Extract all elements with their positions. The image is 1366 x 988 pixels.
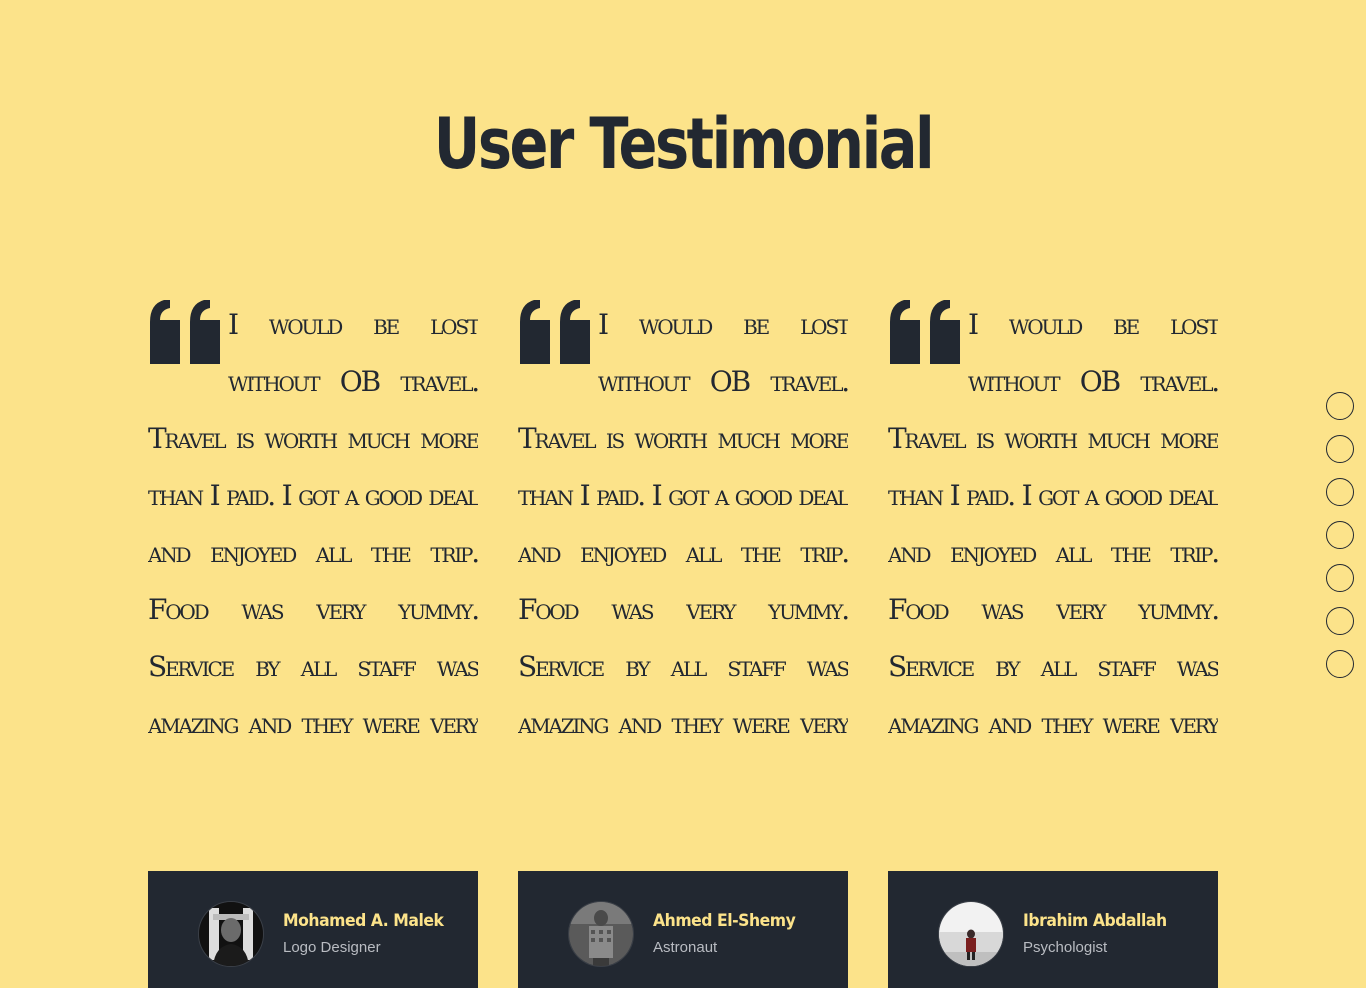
author-role: Logo Designer bbox=[283, 939, 381, 956]
author-name: Mohamed A. Malek bbox=[283, 911, 444, 931]
author-role: Astronaut bbox=[653, 939, 718, 956]
testimonial-quote: I would be lost without OB travel. Trave… bbox=[888, 296, 1218, 766]
section-title: User Testimonial bbox=[433, 103, 935, 185]
avatar bbox=[568, 901, 634, 967]
testimonial-text: I would be lost without OB travel. Trave… bbox=[888, 308, 1218, 766]
testimonial-card: I would be lost without OB travel. Trave… bbox=[148, 296, 478, 988]
testimonial-text: I would be lost without OB travel. Trave… bbox=[148, 308, 478, 766]
nav-dot-icon[interactable] bbox=[1326, 564, 1354, 592]
nav-dot-icon[interactable] bbox=[1326, 478, 1354, 506]
testimonial-quote: I would be lost without OB travel. Trave… bbox=[518, 296, 848, 766]
testimonial-card: I would be lost without OB travel. Trave… bbox=[518, 296, 848, 988]
section-nav-dots bbox=[1326, 392, 1358, 693]
author-name: Ibrahim Abdallah bbox=[1023, 911, 1167, 931]
nav-dot-icon[interactable] bbox=[1326, 435, 1354, 463]
author-role: Psychologist bbox=[1023, 939, 1108, 956]
nav-dot-icon[interactable] bbox=[1326, 521, 1354, 549]
quote-icon bbox=[888, 300, 962, 364]
nav-dot-icon[interactable] bbox=[1326, 607, 1354, 635]
testimonial-card: I would be lost without OB travel. Trave… bbox=[888, 296, 1218, 988]
nav-dot-icon[interactable] bbox=[1326, 392, 1354, 420]
author-panel: Mohamed A. Malek Logo Designer bbox=[148, 871, 478, 988]
avatar bbox=[198, 901, 264, 967]
avatar bbox=[938, 901, 1004, 967]
nav-dot-icon[interactable] bbox=[1326, 650, 1354, 678]
testimonial-quote: I would be lost without OB travel. Trave… bbox=[148, 296, 478, 766]
quote-icon bbox=[148, 300, 222, 364]
author-panel: Ibrahim Abdallah Psychologist bbox=[888, 871, 1218, 988]
testimonial-text: I would be lost without OB travel. Trave… bbox=[518, 308, 848, 766]
author-panel: Ahmed El-Shemy Astronaut bbox=[518, 871, 848, 988]
author-name: Ahmed El-Shemy bbox=[653, 911, 796, 931]
quote-icon bbox=[518, 300, 592, 364]
